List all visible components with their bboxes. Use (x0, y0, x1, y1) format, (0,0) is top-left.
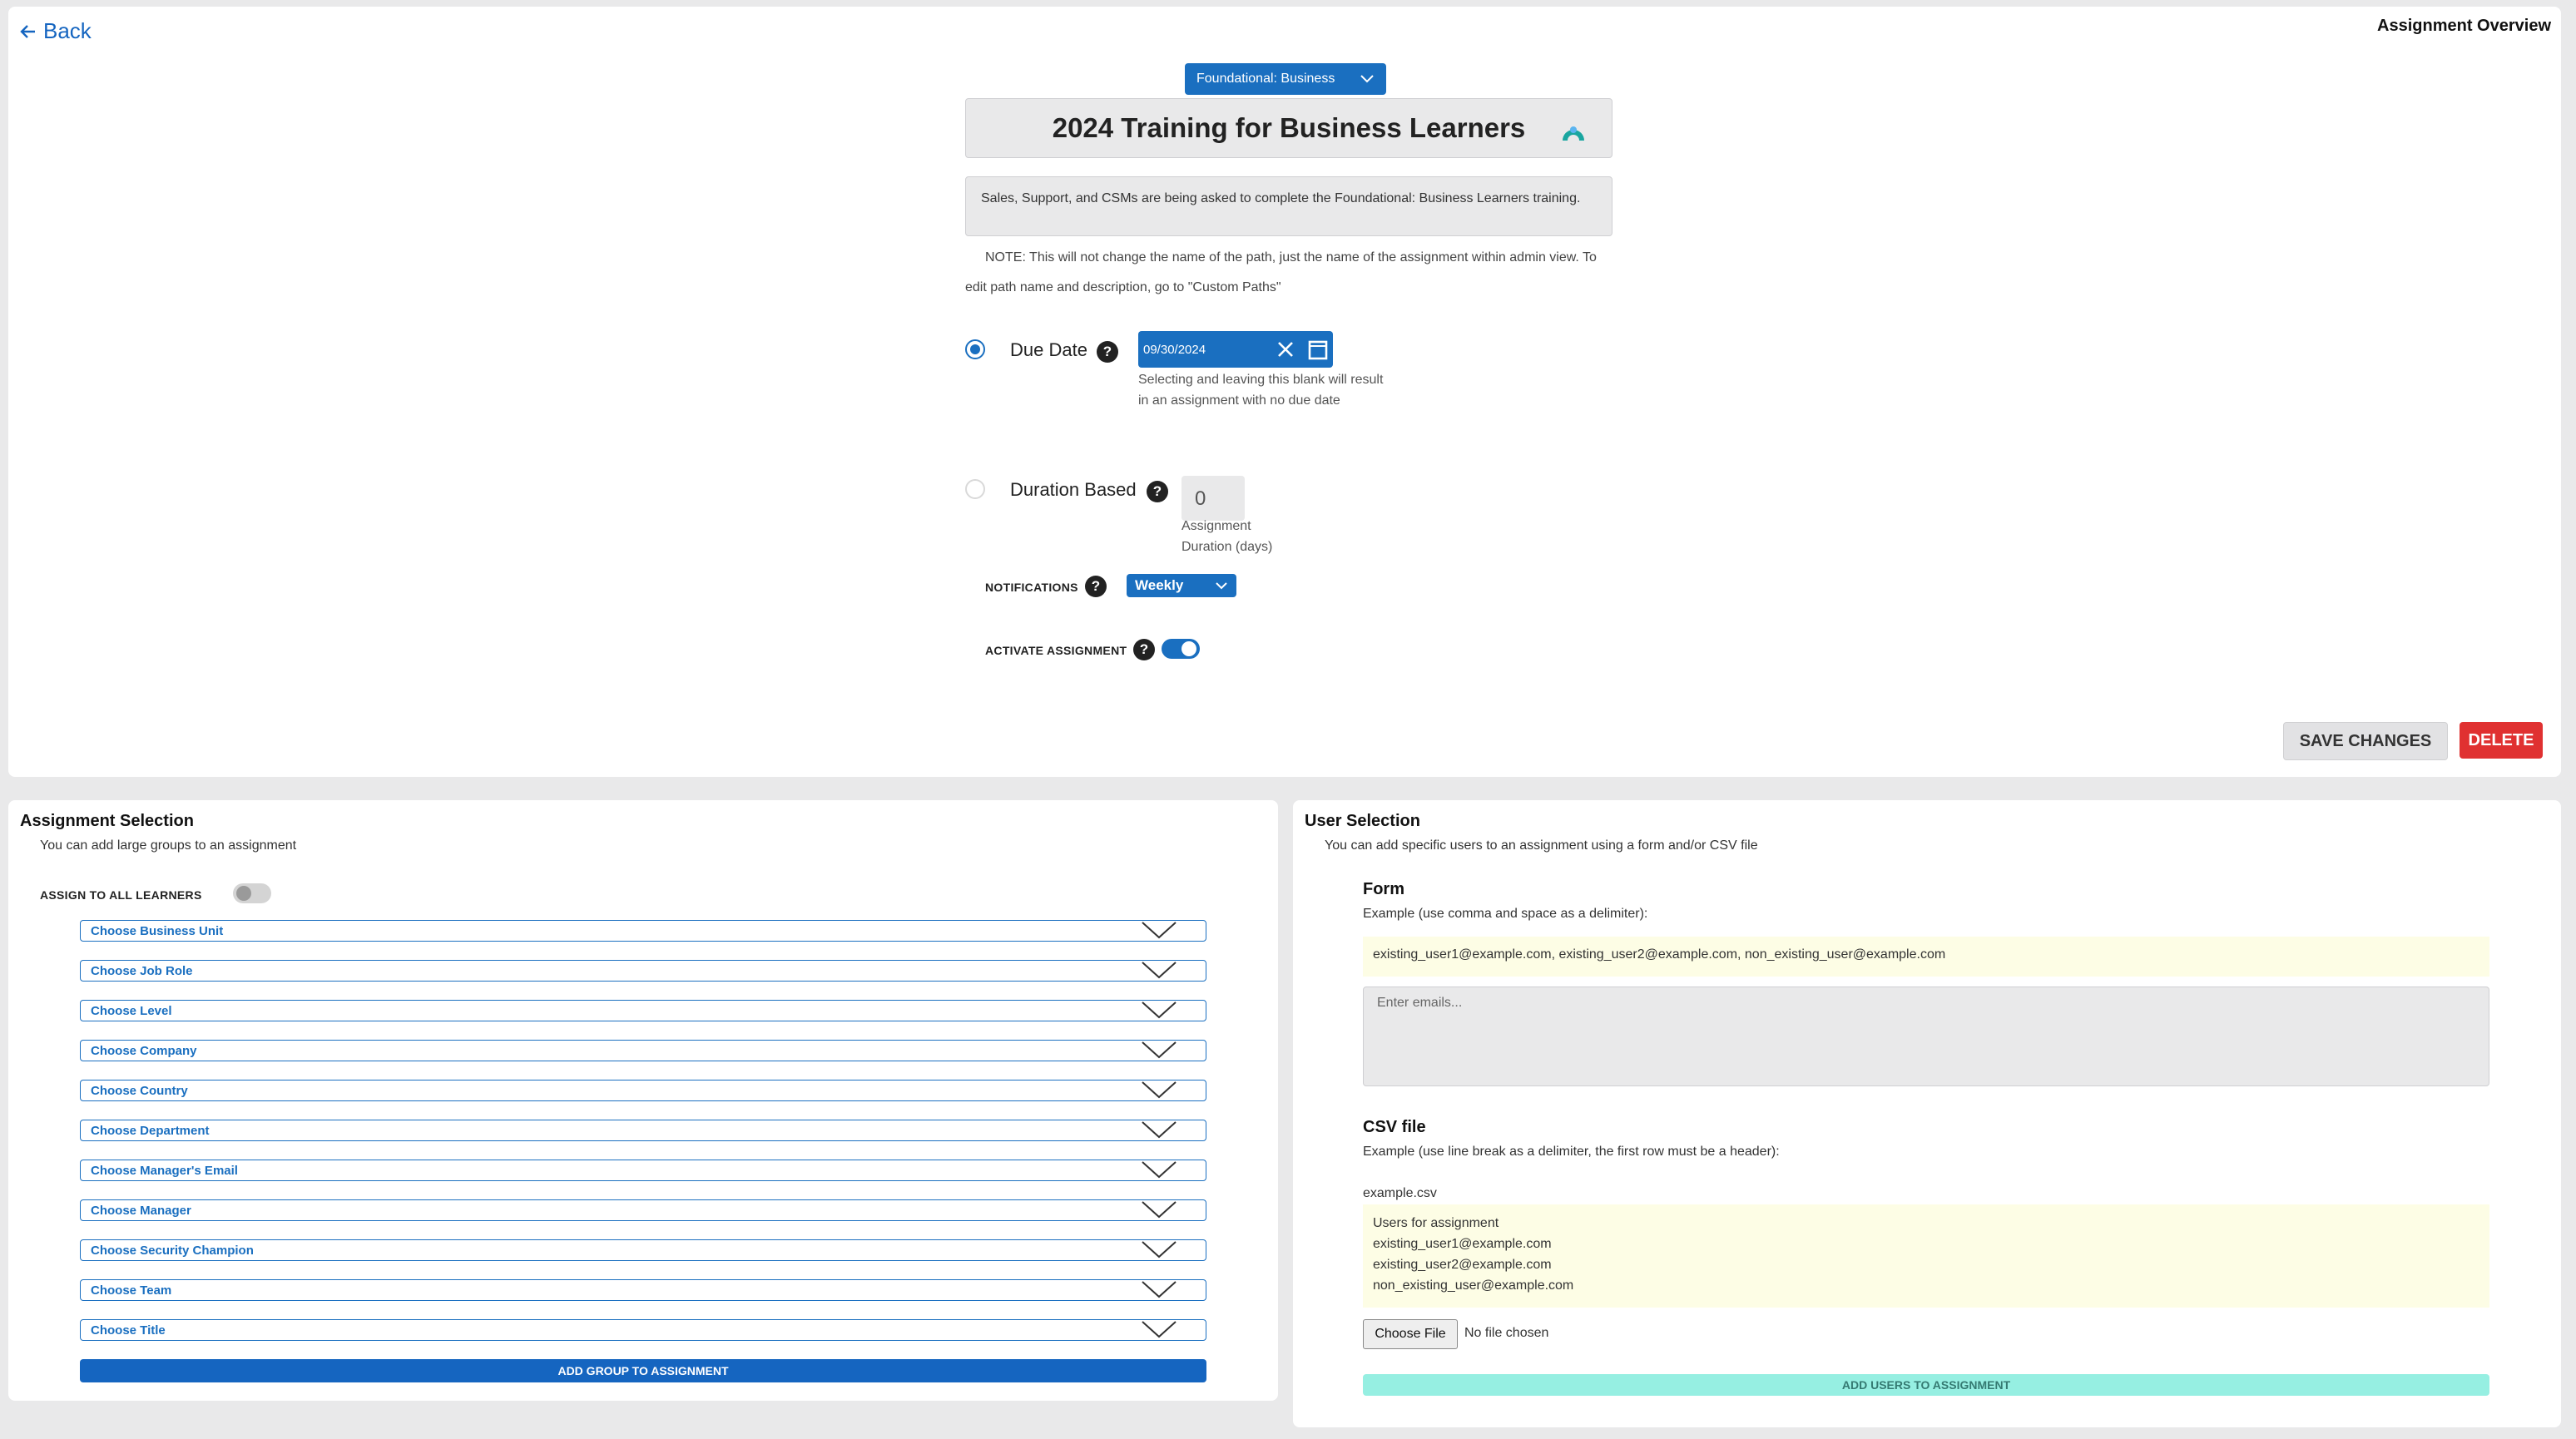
csv-example-box: Users for assignment existing_user1@exam… (1363, 1204, 2489, 1308)
assignment-selection-panel: Assignment Selection You can add large g… (8, 800, 1278, 1401)
csv-title: CSV file (1363, 1118, 1426, 1136)
no-file-label: No file chosen (1464, 1326, 1549, 1340)
chooser-label: Choose Department (91, 1123, 210, 1138)
chooser-dropdown[interactable]: Choose Department (80, 1120, 1206, 1141)
csv-line: Users for assignment (1373, 1216, 1499, 1230)
csv-line: existing_user1@example.com (1373, 1237, 1552, 1251)
chevron-down-icon (1360, 75, 1374, 83)
calendar-icon[interactable] (1308, 339, 1328, 360)
duration-radio[interactable] (965, 479, 985, 499)
chooser-dropdown[interactable]: Choose Manager's Email (80, 1160, 1206, 1181)
csv-line: non_existing_user@example.com (1373, 1278, 1574, 1293)
duration-input[interactable]: 0 (1181, 476, 1245, 521)
form-title: Form (1363, 880, 1404, 898)
user-selection-panel: User Selection You can add specific user… (1293, 800, 2561, 1427)
notifications-value: Weekly (1135, 577, 1184, 593)
back-label: Back (43, 18, 92, 43)
chevron-down-icon (1142, 1321, 1177, 1338)
assignment-selection-title: Assignment Selection (20, 812, 194, 830)
chooser-label: Choose Business Unit (91, 923, 224, 938)
path-selector-value: Foundational: Business (1196, 72, 1335, 86)
csv-filename: example.csv (1363, 1186, 1437, 1200)
back-link[interactable]: Back (20, 18, 92, 44)
path-selector[interactable]: Foundational: Business (1185, 63, 1386, 95)
due-date-radio[interactable] (965, 339, 985, 359)
chooser-label: Choose Team (91, 1283, 172, 1298)
chevron-down-icon (1142, 1201, 1177, 1219)
csv-line: existing_user2@example.com (1373, 1258, 1552, 1272)
due-date-input[interactable]: 09/30/2024 (1138, 331, 1333, 368)
form-example-label: Example (use comma and space as a delimi… (1363, 907, 1648, 921)
activate-toggle[interactable] (1162, 639, 1200, 659)
chevron-down-icon (1142, 1041, 1177, 1059)
notifications-help-icon[interactable]: ? (1085, 576, 1107, 597)
chooser-dropdown[interactable]: Choose Manager (80, 1199, 1206, 1221)
chooser-label: Choose Title (91, 1323, 166, 1338)
chooser-dropdown[interactable]: Choose Country (80, 1080, 1206, 1101)
chevron-down-icon (1142, 1081, 1177, 1099)
notifications-label: NOTIFICATIONS (985, 581, 1078, 594)
chooser-label: Choose Level (91, 1003, 172, 1018)
csv-example-label: Example (use line break as a delimiter, … (1363, 1145, 1780, 1159)
chooser-dropdown[interactable]: Choose Level (80, 1000, 1206, 1021)
due-date-help-text: Selecting and leaving this blank will re… (1138, 373, 1384, 408)
chooser-label: Choose Security Champion (91, 1243, 254, 1258)
chooser-dropdown[interactable]: Choose Job Role (80, 960, 1206, 982)
emails-input[interactable]: Enter emails... (1363, 987, 2489, 1086)
assignment-title: 2024 Training for Business Learners (1052, 112, 1526, 143)
form-example-text: existing_user1@example.com, existing_use… (1373, 947, 1946, 962)
chevron-down-icon (1142, 1241, 1177, 1259)
assign-all-label: ASSIGN TO ALL LEARNERS (40, 888, 202, 902)
duration-label: Duration Based (1010, 479, 1137, 500)
path-name-note: NOTE: This will not change the name of t… (965, 250, 1597, 294)
chevron-down-icon (1142, 1121, 1177, 1139)
user-selection-title: User Selection (1305, 812, 1420, 830)
duration-caption: Assignment Duration (days) (1181, 519, 1273, 554)
grammarly-icon (1563, 126, 1584, 141)
activate-label: ACTIVATE ASSIGNMENT (985, 644, 1127, 657)
chooser-label: Choose Manager's Email (91, 1163, 238, 1178)
chooser-dropdown[interactable]: Choose Company (80, 1040, 1206, 1061)
assignment-title-input[interactable]: 2024 Training for Business Learners (965, 98, 1612, 158)
due-date-value: 09/30/2024 (1143, 342, 1206, 357)
arrow-left-icon (20, 24, 35, 38)
assignment-description-input[interactable]: Sales, Support, and CSMs are being asked… (965, 176, 1612, 236)
chooser-dropdown[interactable]: Choose Title (80, 1319, 1206, 1341)
page-title: Assignment Overview (2377, 17, 2551, 35)
delete-button[interactable]: DELETE (2460, 722, 2543, 759)
choose-file-button[interactable]: Choose File (1363, 1319, 1458, 1349)
chooser-label: Choose Company (91, 1043, 197, 1058)
chooser-dropdown[interactable]: Choose Team (80, 1279, 1206, 1301)
due-date-label: Due Date (1010, 339, 1087, 360)
assignment-selection-subtitle: You can add large groups to an assignmen… (40, 838, 297, 853)
chevron-down-icon (1142, 922, 1177, 939)
add-group-button[interactable]: ADD GROUP TO ASSIGNMENT (80, 1359, 1206, 1382)
save-changes-button[interactable]: SAVE CHANGES (2283, 722, 2448, 760)
activate-help-icon[interactable]: ? (1133, 639, 1155, 660)
form-example-box: existing_user1@example.com, existing_use… (1363, 937, 2489, 977)
assignment-overview-panel: Back Assignment Overview Foundational: B… (8, 7, 2561, 777)
chevron-down-icon (1142, 1281, 1177, 1298)
duration-help-icon[interactable]: ? (1147, 481, 1168, 502)
notifications-select[interactable]: Weekly (1127, 574, 1236, 597)
due-date-help-icon[interactable]: ? (1097, 341, 1118, 363)
chooser-dropdown[interactable]: Choose Security Champion (80, 1239, 1206, 1261)
chooser-label: Choose Manager (91, 1203, 191, 1218)
chevron-down-icon (1216, 582, 1227, 590)
user-selection-subtitle: You can add specific users to an assignm… (1325, 838, 1758, 853)
chooser-dropdown[interactable]: Choose Business Unit (80, 920, 1206, 942)
add-users-button[interactable]: ADD USERS TO ASSIGNMENT (1363, 1374, 2489, 1396)
chooser-label: Choose Job Role (91, 963, 193, 978)
chevron-down-icon (1142, 1161, 1177, 1179)
chevron-down-icon (1142, 1001, 1177, 1019)
clear-icon[interactable] (1276, 340, 1295, 359)
assign-all-toggle[interactable] (233, 883, 271, 903)
chooser-label: Choose Country (91, 1083, 188, 1098)
chevron-down-icon (1142, 962, 1177, 979)
